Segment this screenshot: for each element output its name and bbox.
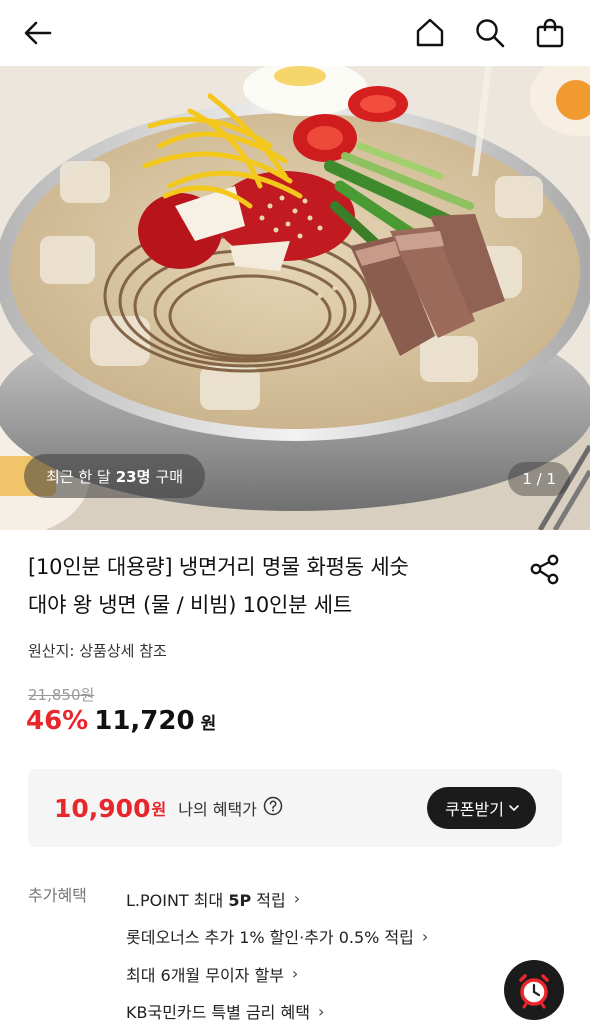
badge-count: 23명: [116, 466, 151, 487]
help-button[interactable]: [263, 796, 283, 820]
benefit-price-unit: 원: [151, 796, 166, 820]
original-price: 21,850원: [28, 684, 94, 705]
sale-price-unit: 원: [201, 709, 217, 734]
chevron-down-icon: [508, 802, 520, 814]
lpoint-text-post: 적립: [251, 891, 286, 910]
search-button[interactable]: [472, 15, 508, 51]
top-nav-bar: [0, 0, 590, 66]
chevron-right-icon: ›: [318, 1002, 324, 1021]
lpoint-text-pre: L.POINT 최대: [126, 891, 228, 910]
back-button[interactable]: [20, 15, 56, 51]
recent-purchase-badge: 최근 한 달 23명 구매: [24, 454, 205, 498]
kb-card-text: KB국민카드 특별 금리 혜택: [126, 999, 310, 1023]
alarm-clock-icon: [515, 971, 553, 1009]
extra-benefits-list: L.POINT 최대 5P 적립 › 롯데오너스 추가 1% 할인·추가 0.5…: [126, 880, 428, 1030]
chevron-right-icon: ›: [292, 964, 298, 983]
product-image-carousel[interactable]: 최근 한 달 23명 구매 1 / 1: [0, 66, 590, 530]
product-title: [10인분 대용량] 냉면거리 명물 화평동 세숫 대야 왕 냉면 (물 / 비…: [28, 548, 508, 624]
extra-benefit-lotte-owners[interactable]: 롯데오너스 추가 1% 할인·추가 0.5% 적립 ›: [126, 918, 428, 956]
installment-text: 최대 6개월 무이자 할부: [126, 962, 284, 986]
extra-benefit-lpoint[interactable]: L.POINT 최대 5P 적립 ›: [126, 880, 428, 918]
share-icon: [528, 552, 562, 586]
coupon-button-label: 쿠폰받기: [445, 796, 504, 820]
question-circle-icon: [263, 796, 283, 816]
home-button[interactable]: [412, 15, 448, 51]
product-title-line-1: [10인분 대용량] 냉면거리 명물 화평동 세숫: [28, 548, 508, 586]
badge-prefix: 최근 한 달: [46, 466, 111, 487]
benefit-label: 나의 혜택가: [178, 796, 257, 820]
benefit-price-box: 10,900 원 나의 혜택가 쿠폰받기: [28, 769, 562, 847]
sale-price: 11,720: [94, 706, 194, 736]
extra-benefit-kb-card[interactable]: KB국민카드 특별 금리 혜택 ›: [126, 993, 428, 1030]
lpoint-points: 5P: [228, 891, 251, 910]
home-icon: [414, 17, 446, 49]
shopping-bag-icon: [534, 17, 566, 49]
chevron-right-icon: ›: [422, 927, 428, 946]
lotte-owners-text: 롯데오너스 추가 1% 할인·추가 0.5% 적립: [126, 924, 414, 948]
benefit-price: 10,900: [54, 794, 150, 823]
product-title-line-2: 대야 왕 냉면 (물 / 비빔) 10인분 세트: [28, 586, 508, 624]
get-coupon-button[interactable]: 쿠폰받기: [427, 787, 536, 829]
origin-info: 원산지: 상품상세 참조: [28, 640, 167, 661]
extra-benefits-label: 추가혜택: [28, 882, 87, 906]
chevron-right-icon: ›: [294, 889, 300, 908]
alarm-clock-button[interactable]: [504, 960, 564, 1020]
price-row: 46% 11,720 원: [26, 706, 216, 736]
arrow-left-icon: [22, 17, 54, 49]
share-button[interactable]: [528, 552, 562, 586]
discount-rate: 46%: [26, 706, 88, 736]
cart-button[interactable]: [532, 15, 568, 51]
search-icon: [474, 17, 506, 49]
extra-benefit-installment[interactable]: 최대 6개월 무이자 할부 ›: [126, 955, 428, 993]
image-pager-indicator: 1 / 1: [508, 462, 570, 496]
badge-suffix: 구매: [155, 466, 183, 487]
